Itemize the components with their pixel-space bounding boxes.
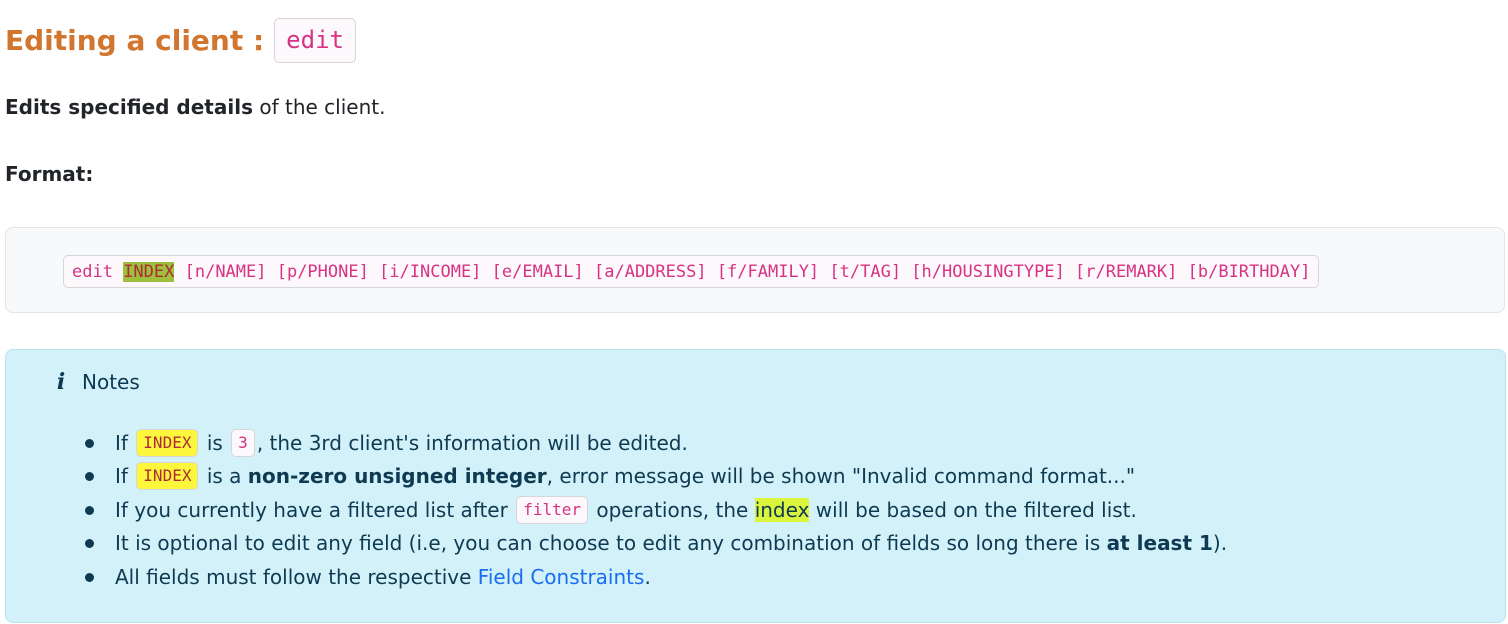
- note-text: It is optional to edit any field (i.e, y…: [115, 531, 1107, 556]
- note-text: ).: [1212, 531, 1228, 556]
- bullet-icon: [85, 539, 94, 549]
- doc-page: Editing a client : edit Edits specified …: [0, 0, 1508, 624]
- list-item: If you currently have a filtered list af…: [82, 493, 1227, 527]
- notes-list: If INDEX is 3, the 3rd client's informat…: [82, 426, 1227, 594]
- format-code-block: edit INDEX [n/NAME] [p/PHONE] [i/INCOME]…: [5, 227, 1505, 313]
- format-args: [n/NAME] [p/PHONE] [i/INCOME] [e/EMAIL] …: [174, 261, 1311, 282]
- note-text: is a: [200, 464, 248, 489]
- bullet-icon: [85, 438, 94, 448]
- note-bold: non-zero unsigned integer: [247, 464, 547, 489]
- format-index-highlight: INDEX: [123, 261, 175, 282]
- note-text: , the 3rd client's information will be e…: [256, 430, 688, 455]
- bullet-icon: [85, 472, 94, 482]
- list-item: It is optional to edit any field (i.e, y…: [82, 527, 1227, 561]
- lead-bold: Edits specified details: [5, 95, 253, 119]
- section-heading: Editing a client : edit: [5, 16, 356, 64]
- format-command-code: edit INDEX [n/NAME] [p/PHONE] [i/INCOME]…: [63, 255, 1320, 288]
- note-text: is: [200, 430, 230, 455]
- heading-title: Editing a client :: [5, 23, 265, 57]
- note-text: .: [644, 564, 651, 589]
- notes-header: i Notes: [54, 369, 140, 395]
- filter-code: filter: [516, 495, 588, 524]
- lead-rest: of the client.: [252, 95, 386, 119]
- note-text: All fields must follow the respective: [115, 564, 478, 589]
- note-bold: at least 1: [1106, 531, 1213, 556]
- index-code: INDEX: [136, 462, 199, 491]
- format-label: Format:: [5, 162, 94, 186]
- notes-title: Notes: [82, 370, 140, 394]
- index-code: INDEX: [136, 428, 199, 457]
- list-item: If INDEX is 3, the 3rd client's informat…: [82, 426, 1227, 460]
- note-text: will be based on the filtered list.: [809, 497, 1137, 522]
- note-text: , error message will be shown "Invalid c…: [546, 464, 1136, 489]
- note-text: If: [115, 430, 135, 455]
- list-item: All fields must follow the respective Fi…: [82, 560, 1227, 594]
- bullet-icon: [85, 505, 94, 515]
- value-code: 3: [231, 428, 255, 457]
- note-text: If you currently have a filtered list af…: [115, 497, 515, 522]
- format-cmd: edit: [72, 261, 124, 282]
- note-text: If: [115, 464, 135, 489]
- heading-command-code: edit: [274, 17, 356, 63]
- lead-paragraph: Edits specified details of the client.: [5, 94, 385, 120]
- bullet-icon: [85, 572, 94, 582]
- info-icon: i: [56, 369, 66, 395]
- list-item: If INDEX is a non-zero unsigned integer,…: [82, 460, 1227, 494]
- note-text: operations, the: [590, 497, 755, 522]
- index-highlight: index: [754, 497, 810, 522]
- notes-callout: i Notes If INDEX is 3, the 3rd client's …: [5, 349, 1506, 623]
- field-constraints-link[interactable]: Field Constraints: [478, 565, 645, 589]
